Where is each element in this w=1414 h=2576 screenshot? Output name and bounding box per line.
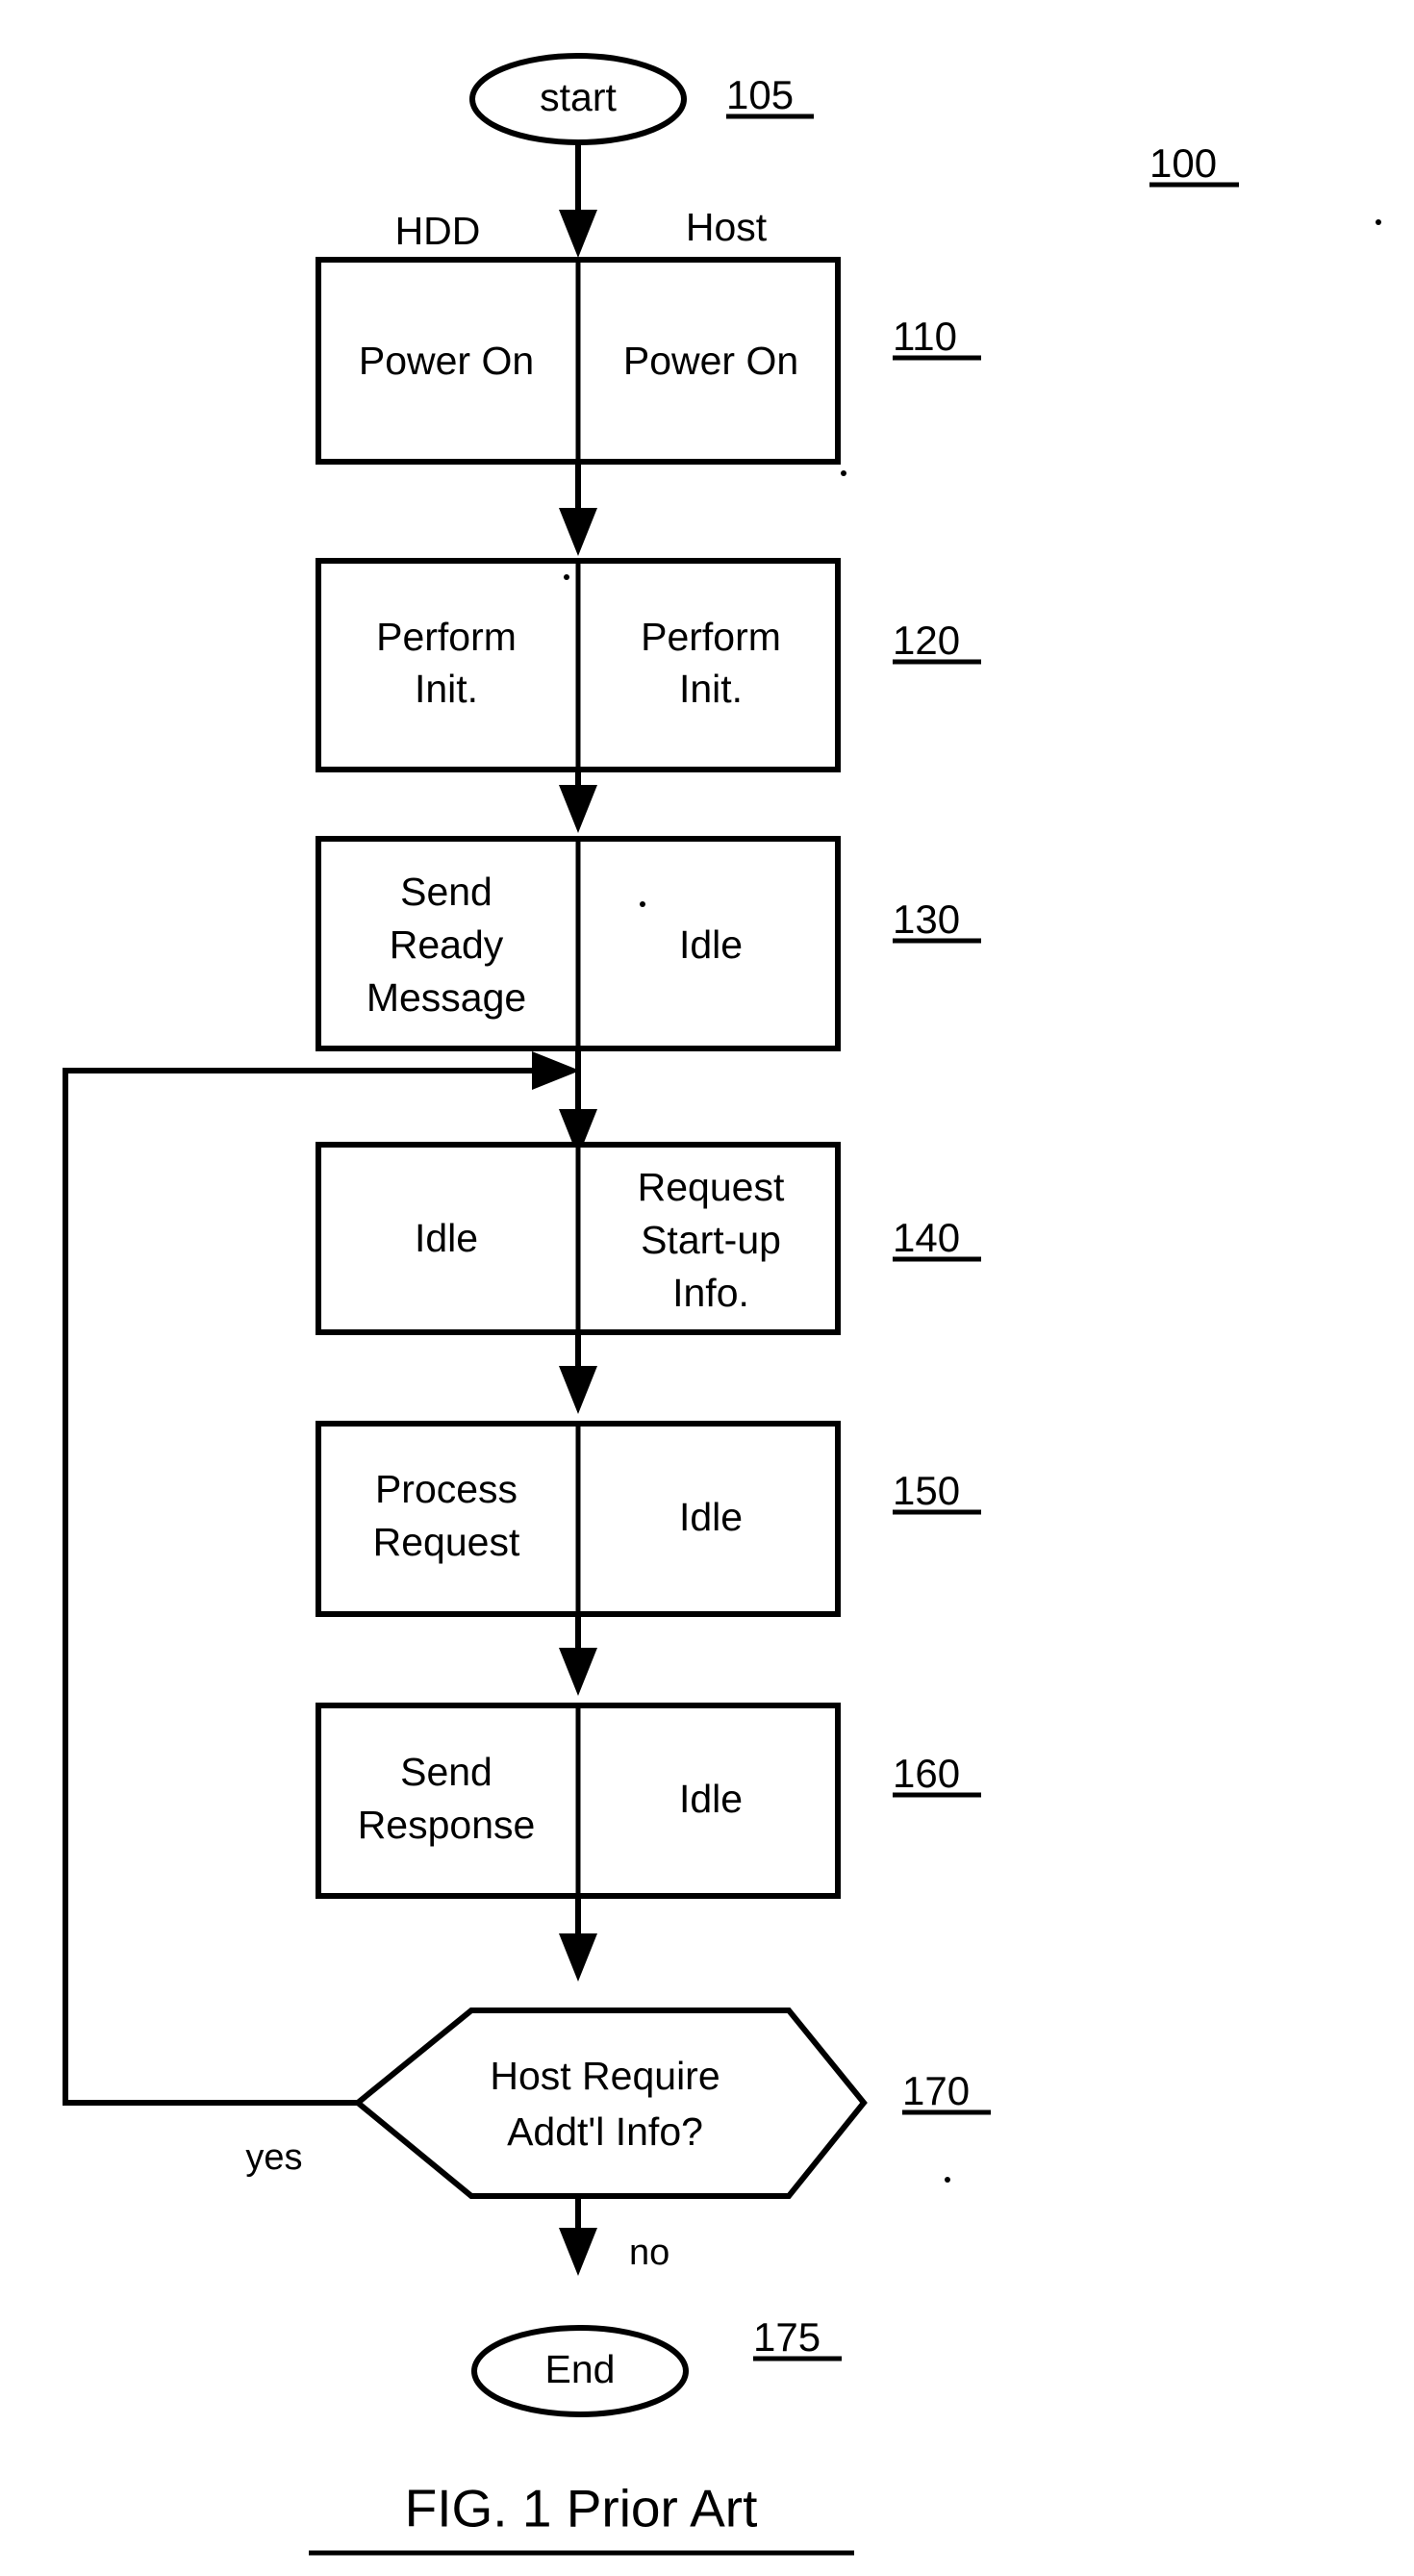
step-130-left-line-1: Ready xyxy=(390,922,504,967)
reference-numeral-175: 175 xyxy=(753,2314,821,2360)
connector-170-to-end xyxy=(559,2196,597,2276)
step-120-right-line-0: Perform xyxy=(641,615,781,659)
step-140-right-line-2: Info. xyxy=(672,1271,749,1315)
step-140-right-line-1: Start-up xyxy=(641,1218,781,1262)
connector-120-to-130 xyxy=(559,770,597,833)
step-130-right-line-0: Idle xyxy=(679,922,743,967)
connector-150-to-160 xyxy=(559,1614,597,1696)
step-150-left-line-0: Process xyxy=(375,1467,518,1511)
reference-numeral-105: 105 xyxy=(726,72,794,117)
branch-label-yes: yes xyxy=(245,2137,302,2178)
step-160-right-line-0: Idle xyxy=(679,1777,743,1821)
start-label: start xyxy=(540,75,617,119)
step-120-right-line-1: Init. xyxy=(679,667,743,711)
reference-numeral-150: 150 xyxy=(893,1468,960,1513)
scan-speck xyxy=(640,901,645,907)
reference-numeral-160: 160 xyxy=(893,1751,960,1796)
patent-figure: HDD Host start End Power On Power On Per… xyxy=(0,0,1414,2576)
reference-numeral-110: 110 xyxy=(893,314,957,359)
decision-hexagon-170 xyxy=(353,2008,868,2199)
step-110-left-line-0: Power On xyxy=(359,339,534,383)
end-label: End xyxy=(545,2347,616,2391)
connector-110-to-120 xyxy=(559,462,597,556)
decision-label-line-1: Host Require xyxy=(490,2054,720,2098)
scan-speck xyxy=(1376,219,1381,225)
step-box-120 xyxy=(316,558,841,772)
step-150-left-line-1: Request xyxy=(373,1520,520,1564)
figure-caption: FIG. 1 Prior Art xyxy=(405,2479,758,2538)
step-150-right-line-0: Idle xyxy=(679,1495,743,1539)
step-120-left-line-0: Perform xyxy=(376,615,517,659)
column-header-hdd: HDD xyxy=(395,209,481,253)
reference-numeral-130: 130 xyxy=(893,897,960,942)
step-130-left-line-2: Message xyxy=(366,975,526,1020)
column-header-host: Host xyxy=(686,205,768,249)
reference-numeral-140: 140 xyxy=(893,1215,960,1260)
reference-numeral-170: 170 xyxy=(902,2068,970,2113)
scan-speck xyxy=(841,470,846,476)
scan-speck xyxy=(945,2177,950,2183)
step-140-left-line-0: Idle xyxy=(415,1216,478,1260)
step-110-right-line-0: Power On xyxy=(623,339,798,383)
step-120-left-line-1: Init. xyxy=(415,667,478,711)
scan-speck xyxy=(564,574,569,580)
step-160-left-line-1: Response xyxy=(358,1803,536,1847)
step-140-right-line-0: Request xyxy=(638,1165,785,1209)
reference-numeral-120: 120 xyxy=(893,618,960,663)
branch-label-no: no xyxy=(629,2233,669,2273)
step-160-left-line-0: Send xyxy=(400,1750,492,1794)
reference-numeral-100: 100 xyxy=(1149,140,1217,186)
decision-label-line-2: Addt'l Info? xyxy=(507,2109,703,2154)
step-box-160 xyxy=(316,1703,841,1899)
step-130-left-line-0: Send xyxy=(400,870,492,914)
connector-140-to-150 xyxy=(559,1332,597,1414)
flowchart-svg: HDD Host start End Power On Power On Per… xyxy=(63,53,1381,2556)
connector-160-to-170 xyxy=(559,1896,597,1982)
